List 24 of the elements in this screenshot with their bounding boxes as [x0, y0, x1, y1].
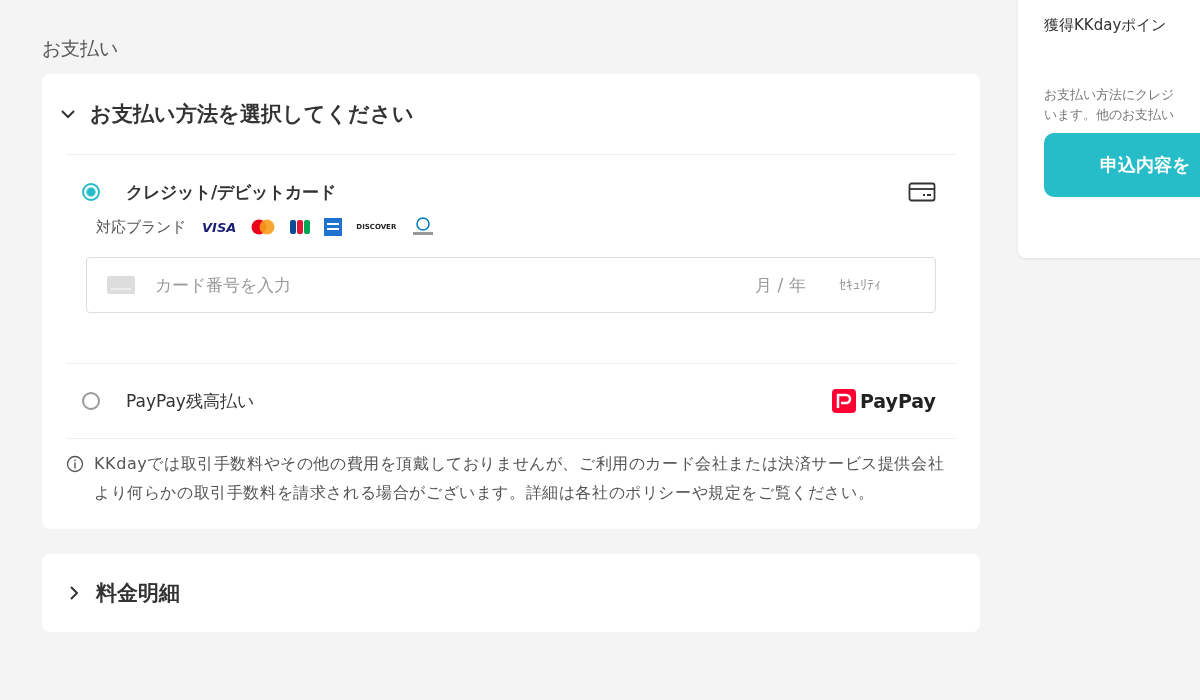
card-title: 料金明細	[96, 580, 180, 607]
info-icon	[66, 455, 84, 473]
points-label: 獲得KKdayポイン	[1044, 16, 1168, 35]
paypay-logo-icon	[831, 389, 856, 413]
security-code-field[interactable]: ｾｷｭﾘﾃｨ	[837, 276, 919, 294]
fee-notice: KKdayでは取引手数料やその他の費用を頂戴しておりませんが、ご利用のカード会社または決済サービス提供会社より何らかの取引手数料を請求される場合がございます。詳細は各社のポリシーや規定をご覧ください。	[94, 453, 946, 504]
credit-card-icon	[908, 182, 936, 202]
card-icon	[107, 276, 135, 294]
mastercard-logo	[250, 219, 277, 235]
payment-method-label[interactable]: PayPay残高払い	[126, 389, 254, 413]
payment-note: います。他のお支払い	[1044, 106, 1175, 124]
brands-label: 対応ブランド	[96, 217, 186, 237]
section-title: お支払い	[42, 36, 118, 61]
card-number-field[interactable]: カード番号を入力	[153, 274, 735, 296]
radio-button[interactable]	[82, 183, 100, 201]
payment-method-label[interactable]: クレジット/デビットカード	[126, 180, 337, 204]
radio-button[interactable]	[82, 392, 100, 410]
fee-details-card[interactable]: 料金明細	[42, 554, 980, 632]
payment-note: お支払い方法にクレジ	[1044, 86, 1175, 104]
card-title[interactable]: お支払い方法を選択してください	[90, 100, 414, 128]
expiry-field[interactable]: 月 / 年	[753, 274, 819, 296]
card-input-field[interactable]: カード番号を入力 月 / 年 ｾｷｭﾘﾃｨ	[86, 257, 936, 313]
paypay-logo-text: PayPay	[859, 390, 936, 412]
visa-logo: VISA	[202, 219, 237, 235]
